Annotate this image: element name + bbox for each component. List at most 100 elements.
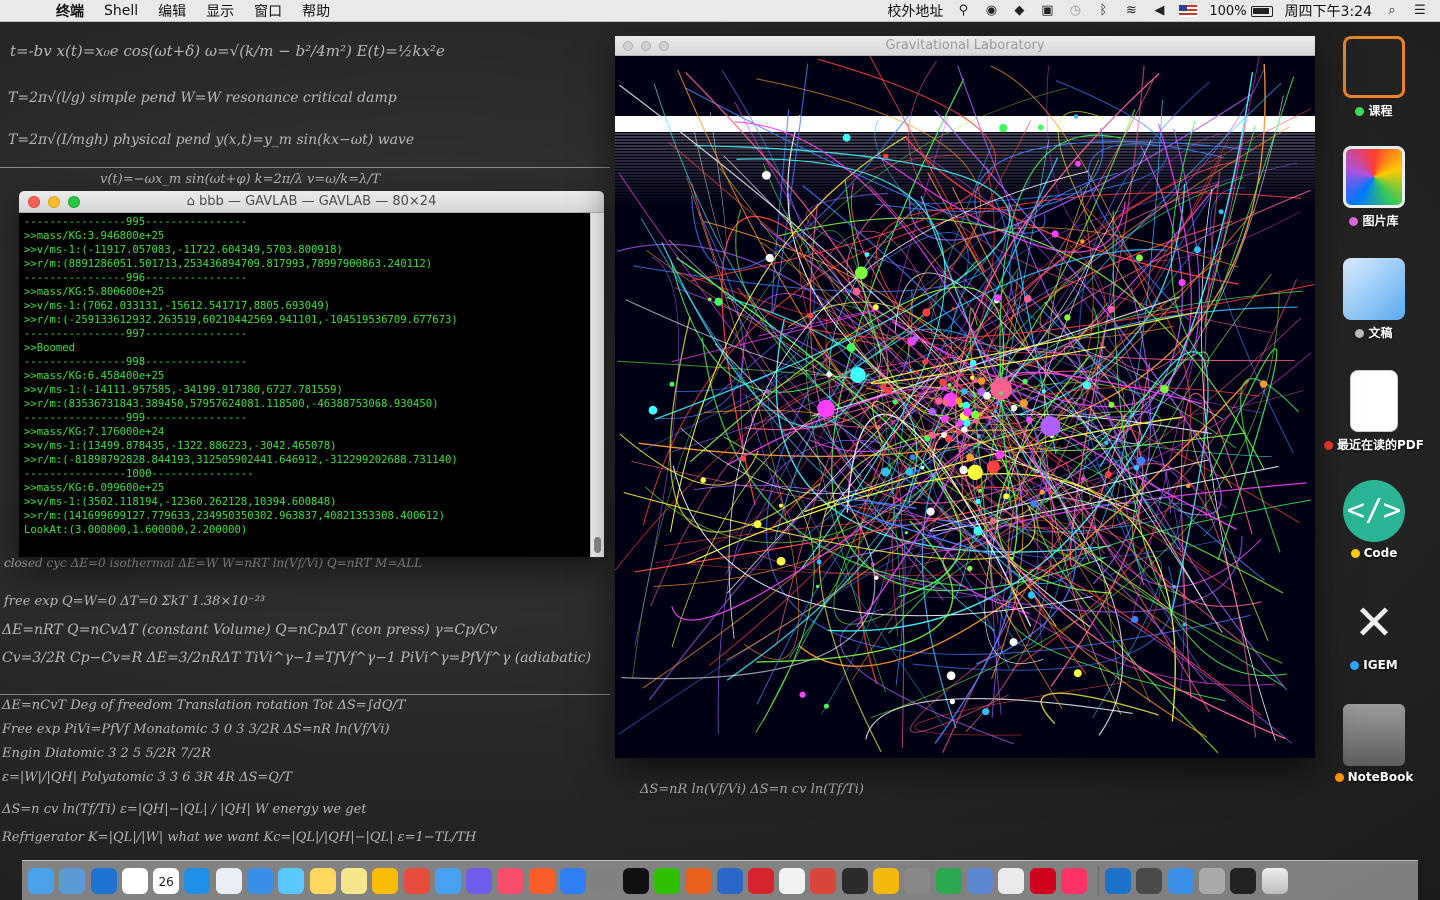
dock-app-icon[interactable] <box>28 867 54 894</box>
terminal-line: >>v/ms-1:(7062.033131,-15612.541717,8805… <box>24 300 331 312</box>
dock-app-icon[interactable] <box>904 867 931 894</box>
menu-shell[interactable]: Shell <box>104 3 138 19</box>
dock-app-icon[interactable] <box>403 867 430 894</box>
mass-body <box>1194 246 1201 254</box>
dock-app-icon[interactable] <box>215 867 242 894</box>
dock-app-icon[interactable] <box>59 867 86 894</box>
dock-app-icon[interactable] <box>340 867 367 894</box>
menu-view[interactable]: 显示 <box>206 1 234 21</box>
dock-app-icon[interactable] <box>1230 867 1257 894</box>
tag-dot <box>1349 217 1359 226</box>
evernote-icon[interactable]: ◆ <box>1011 4 1027 18</box>
dock-app-icon[interactable] <box>779 867 806 894</box>
dock-app-icon[interactable] <box>528 867 555 894</box>
terminal-window[interactable]: ⌂ bbb — GAVLAB — GAVLAB — 80×24 --------… <box>19 191 604 557</box>
dock-app-icon[interactable] <box>591 867 618 894</box>
remote-display-icon[interactable]: ▣ <box>1039 4 1055 18</box>
desktop-icon-notebook[interactable]: NoteBook <box>1324 704 1424 784</box>
dock-app-icon[interactable] <box>121 867 148 894</box>
dock: 26 <box>22 860 1418 900</box>
spotlight-search-icon[interactable]: ⌕ <box>1384 4 1400 18</box>
orbit-trail <box>654 245 878 564</box>
mass-body <box>815 584 820 589</box>
close-button[interactable] <box>623 40 633 51</box>
terminal-scrollbar[interactable] <box>590 213 604 557</box>
dock-app-icon[interactable] <box>716 867 743 894</box>
dock-app-icon[interactable] <box>184 867 211 894</box>
dock-app-icon[interactable] <box>810 867 837 894</box>
menu-window[interactable]: 窗口 <box>254 1 282 21</box>
dock-app-icon[interactable] <box>1167 867 1194 894</box>
minimize-button[interactable] <box>641 40 651 51</box>
bluetooth-icon[interactable]: ᛒ <box>1095 4 1111 18</box>
dock-app-icon[interactable] <box>873 867 900 894</box>
gravlab-titlebar[interactable]: Gravitational Laboratory <box>615 36 1315 56</box>
dock-app-icon[interactable] <box>1198 867 1225 894</box>
dock-app-icon[interactable] <box>309 867 336 894</box>
desktop-icon-photo-library[interactable]: 图片库 <box>1324 146 1424 229</box>
menu-app-name[interactable]: 终端 <box>56 1 84 21</box>
notification-center-icon[interactable]: ☰ <box>1412 4 1428 18</box>
dock-app-icon[interactable] <box>685 867 712 894</box>
minimize-button[interactable] <box>48 195 60 208</box>
mass-body <box>765 253 774 263</box>
tag-dot <box>1355 329 1365 338</box>
wechat-icon[interactable]: ◉ <box>983 4 999 18</box>
dock-app-icon[interactable] <box>372 867 399 894</box>
desktop-icon-recent-pdf[interactable]: 最近在读的PDF <box>1324 370 1424 453</box>
campus-address-status[interactable]: 校外地址 <box>887 1 943 21</box>
zoom-button[interactable] <box>68 195 80 208</box>
dock-app-icon[interactable] <box>653 867 680 894</box>
dock-app-icon[interactable] <box>622 867 649 894</box>
chalk-formula: Refrigerator K=|QL|/|W| what we want Kc=… <box>2 830 477 845</box>
chalk-formula: v(t)=−ωx_m sin(ωt+φ) k=2π/λ v=ω/k=λ/T <box>100 172 381 187</box>
calendar-dock-icon[interactable]: 26 <box>153 867 180 894</box>
desktop-icon-courses[interactable]: 课程 <box>1324 36 1424 119</box>
mass-body <box>1022 378 1028 385</box>
mass-body <box>922 308 931 317</box>
simulation-canvas[interactable] <box>615 56 1315 758</box>
dock-app-icon[interactable] <box>1060 867 1087 894</box>
battery-icon[interactable] <box>1250 5 1273 17</box>
gravitational-lab-window[interactable]: Gravitational Laboratory <box>615 36 1315 758</box>
wifi-icon[interactable]: ≋ <box>1123 4 1139 18</box>
terminal-output[interactable]: ----------------995---------------- >>mas… <box>19 213 590 557</box>
dock-app-icon[interactable] <box>1105 867 1132 894</box>
dock-app-icon[interactable] <box>90 867 117 894</box>
scrollbar-thumb[interactable] <box>594 537 601 553</box>
dock-app-icon[interactable] <box>841 867 868 894</box>
search-extension-icon[interactable]: ⚲ <box>955 4 971 18</box>
dock-app-icon[interactable] <box>497 867 524 894</box>
dock-app-icon[interactable] <box>278 867 305 894</box>
menu-clock[interactable]: 周四下午3:24 <box>1285 1 1372 21</box>
volume-icon[interactable]: ◀ <box>1151 4 1167 18</box>
close-button[interactable] <box>28 195 40 208</box>
mass-body <box>971 410 980 419</box>
desktop-icon-documents[interactable]: 文稿 <box>1324 258 1424 341</box>
time-machine-icon[interactable]: ◷ <box>1067 4 1083 18</box>
menu-edit[interactable]: 编辑 <box>158 1 186 21</box>
dock-app-icon[interactable] <box>1136 867 1163 894</box>
zoom-button[interactable] <box>659 40 669 51</box>
battery-percent[interactable]: 100% <box>1209 4 1246 19</box>
menu-help[interactable]: 帮助 <box>302 1 330 21</box>
dock-app-icon[interactable] <box>466 867 493 894</box>
mass-body <box>1136 456 1146 466</box>
dock-app-icon[interactable] <box>747 867 774 894</box>
mass-body <box>871 562 875 566</box>
dock-app-icon[interactable] <box>247 867 274 894</box>
dock-app-icon[interactable] <box>560 867 587 894</box>
mass-body <box>951 307 955 311</box>
dock-app-icon[interactable] <box>434 867 461 894</box>
terminal-titlebar[interactable]: ⌂ bbb — GAVLAB — GAVLAB — 80×24 <box>19 191 604 213</box>
desktop-icon-igem[interactable]: ✕ IGEM <box>1324 592 1424 672</box>
mass-body <box>961 426 968 433</box>
mass-body <box>883 153 889 159</box>
dock-app-icon[interactable] <box>935 867 962 894</box>
dock-app-icon[interactable] <box>966 867 993 894</box>
dock-app-icon[interactable] <box>998 867 1025 894</box>
input-source-flag-icon[interactable] <box>1179 5 1198 17</box>
trash-icon[interactable] <box>1261 867 1288 894</box>
dock-app-icon[interactable] <box>1029 867 1056 894</box>
desktop-icon-code[interactable]: </> Code <box>1324 480 1424 560</box>
